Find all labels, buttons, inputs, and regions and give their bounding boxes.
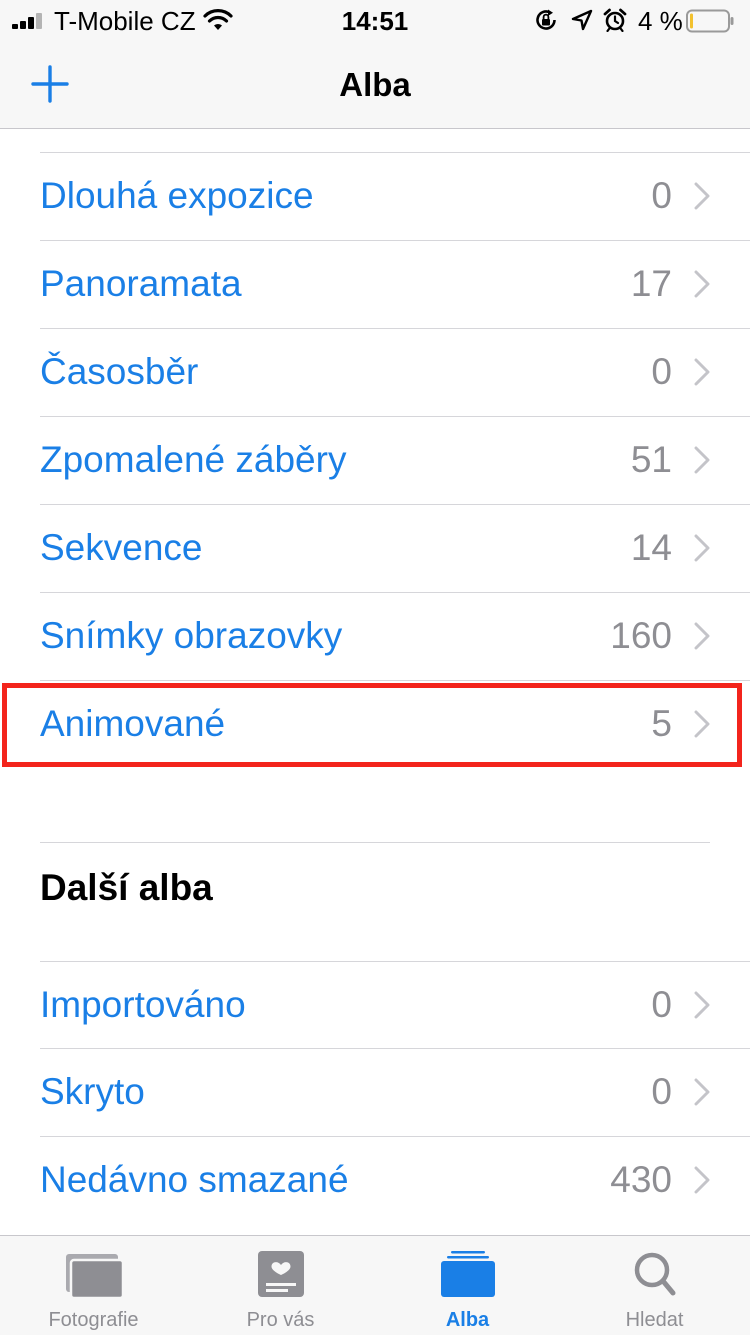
- album-name: Nedávno smazané: [40, 1159, 349, 1200]
- section-title-other-albums: Další alba: [40, 867, 213, 908]
- album-row-bursts[interactable]: Sekvence 14: [0, 504, 750, 592]
- album-row-recently-deleted[interactable]: Nedávno smazané 430: [0, 1136, 750, 1224]
- album-count: 0: [651, 175, 672, 216]
- albums-icon: [440, 1251, 495, 1297]
- tab-label: Hledat: [625, 1309, 684, 1331]
- navigation-bar: Alba: [0, 40, 750, 129]
- tab-albums[interactable]: Alba: [374, 1236, 561, 1335]
- tab-photos[interactable]: Fotografie: [0, 1236, 187, 1335]
- album-row-animated[interactable]: Animované 5: [0, 680, 750, 768]
- album-count: 0: [651, 984, 672, 1025]
- chevron-right-icon: [694, 446, 710, 474]
- album-row-panoramas[interactable]: Panoramata 17: [0, 240, 750, 328]
- tab-for-you[interactable]: Pro vás: [187, 1236, 374, 1335]
- chevron-right-icon: [694, 1078, 710, 1106]
- album-row-imported[interactable]: Importováno 0: [0, 961, 750, 1048]
- chevron-right-icon: [694, 182, 710, 210]
- chevron-right-icon: [694, 358, 710, 386]
- album-count: 160: [610, 615, 672, 656]
- for-you-icon: [257, 1251, 304, 1297]
- album-name: Zpomalené záběry: [40, 439, 347, 480]
- tab-search[interactable]: Hledat: [561, 1236, 748, 1335]
- album-name: Importováno: [40, 984, 246, 1025]
- album-count: 0: [651, 351, 672, 392]
- media-types-list: Dlouhá expozice 0 Panoramata 17 Časosběr…: [0, 152, 750, 768]
- chevron-right-icon: [694, 991, 710, 1019]
- album-name: Časosběr: [40, 351, 199, 392]
- album-name: Animované: [40, 703, 226, 744]
- album-row-screenshots[interactable]: Snímky obrazovky 160: [0, 592, 750, 680]
- chevron-right-icon: [694, 710, 710, 738]
- album-row-hidden[interactable]: Skryto 0: [0, 1048, 750, 1136]
- album-name: Sekvence: [40, 527, 203, 568]
- album-name: Dlouhá expozice: [40, 175, 314, 216]
- tab-label: Pro vás: [246, 1309, 315, 1331]
- chevron-right-icon: [694, 534, 710, 562]
- tab-label: Fotografie: [48, 1309, 139, 1331]
- album-count: 17: [630, 263, 672, 304]
- battery-percentage: 4 %: [638, 6, 683, 36]
- album-name: Snímky obrazovky: [40, 615, 343, 656]
- album-row-long-exposure[interactable]: Dlouhá expozice 0: [0, 152, 750, 240]
- chevron-right-icon: [694, 622, 710, 650]
- location-icon: [571, 9, 593, 31]
- album-count: 14: [630, 527, 672, 568]
- albums-list[interactable]: Dlouhá expozice 0 Panoramata 17 Časosběr…: [0, 129, 750, 1235]
- tab-bar: Fotografie Pro vás Alba Hledat: [0, 1235, 750, 1335]
- battery-icon: [686, 9, 734, 33]
- status-bar: T-Mobile CZ 14:51 4 %: [0, 0, 750, 40]
- album-count: 430: [610, 1159, 672, 1200]
- photos-icon: [65, 1254, 124, 1300]
- album-row-time-lapse[interactable]: Časosběr 0: [0, 328, 750, 416]
- chevron-right-icon: [694, 1166, 710, 1194]
- orientation-lock-icon: [536, 9, 556, 30]
- album-count: 0: [651, 1071, 672, 1112]
- album-count: 51: [630, 439, 672, 480]
- album-count: 5: [651, 703, 672, 744]
- page-title: Alba: [339, 66, 411, 103]
- album-name: Skryto: [40, 1071, 145, 1112]
- alarm-icon: [603, 8, 627, 32]
- search-icon: [634, 1252, 675, 1296]
- chevron-right-icon: [694, 270, 710, 298]
- album-name: Panoramata: [40, 263, 242, 304]
- album-row-slo-mo[interactable]: Zpomalené záběry 51: [0, 416, 750, 504]
- section-divider: [40, 842, 710, 843]
- other-albums-list: Importováno 0 Skryto 0 Nedávno smazané 4…: [0, 961, 750, 1224]
- tab-label: Alba: [445, 1309, 490, 1331]
